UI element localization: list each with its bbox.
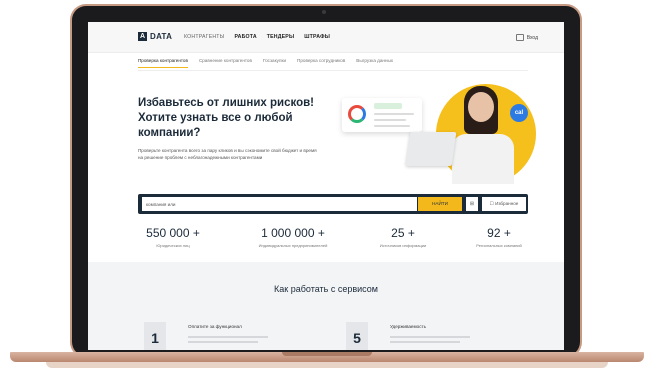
stat-label: Региональных компаний — [476, 243, 522, 248]
hero-person-body — [452, 134, 514, 184]
login-icon — [515, 34, 524, 41]
hero-title: Избавьтесь от лишних рисков! Хотите узна… — [138, 97, 315, 139]
hero-report-card — [342, 98, 422, 132]
badge-icon: cal — [510, 104, 528, 122]
step-description — [188, 341, 258, 343]
login-label: Вход — [526, 34, 538, 41]
stat-number: 550 000 + — [146, 226, 200, 240]
stat-label: Юридических лиц — [156, 243, 190, 248]
text-line — [374, 125, 410, 127]
step-description — [390, 341, 460, 343]
donut-chart-icon — [348, 105, 366, 123]
grid-view-icon[interactable]: ⊞ — [466, 197, 478, 211]
tab-compare-contractors[interactable]: Сравнение контрагентов — [199, 58, 252, 68]
nav-item-tenders[interactable]: ТЕНДЕРЫ — [267, 34, 294, 40]
logo-mark-icon: A — [138, 32, 147, 41]
logo-text: DATA — [150, 32, 173, 41]
step-description — [188, 336, 268, 338]
how-title: Как работать с сервисом — [274, 284, 378, 294]
laptop-screen: A DATA КОНТРАГЕНТЫ РАБОТА ТЕНДЕРЫ ШТРАФЫ… — [88, 22, 564, 350]
step-number: 1 — [144, 322, 166, 350]
stat-label: Индивидуальных предпринимателей — [258, 243, 328, 248]
step-title: Оплатите за функционал — [188, 324, 242, 329]
search-button[interactable]: НАЙТИ — [418, 197, 462, 211]
nav-item-fines[interactable]: ШТРАФЫ — [304, 34, 330, 40]
tab-check-employees[interactable]: Проверка сотрудников — [297, 58, 345, 68]
stat-number: 1 000 000 + — [261, 226, 325, 240]
stat-regional: 92 + Региональных компаний — [464, 226, 534, 248]
logo[interactable]: A DATA — [138, 32, 172, 41]
nav-item-work[interactable]: РАБОТА — [234, 34, 256, 40]
stat-sources: 25 + Источников информации — [368, 226, 438, 248]
stat-label: Источников информации — [379, 243, 427, 248]
sub-nav: Проверка контрагентов Сравнение контраге… — [138, 58, 393, 68]
laptop-base-shadow — [46, 362, 608, 368]
step-title: Удерживаемость — [390, 324, 426, 329]
step-description — [390, 336, 470, 338]
tab-gov-purchases[interactable]: Госзакупки — [263, 58, 286, 68]
stat-number: 92 + — [487, 226, 511, 240]
hero-laptop-image — [405, 132, 457, 166]
text-line — [374, 113, 414, 115]
search-input[interactable] — [142, 197, 417, 211]
text-line — [374, 119, 406, 121]
stat-legal-entities: 550 000 + Юридических лиц — [138, 226, 208, 248]
tab-check-contractors[interactable]: Проверка контрагентов — [138, 58, 188, 68]
login-button[interactable]: Вход — [515, 34, 538, 41]
stat-number: 25 + — [391, 226, 415, 240]
hero-person-face — [468, 92, 494, 122]
favorites-label: Избранное — [495, 201, 519, 206]
status-tag — [374, 103, 402, 109]
divider — [138, 70, 528, 71]
step-number: 5 — [346, 322, 368, 350]
laptop-notch — [282, 352, 372, 356]
top-nav: КОНТРАГЕНТЫ РАБОТА ТЕНДЕРЫ ШТРАФЫ — [184, 34, 330, 40]
tab-data-export[interactable]: Выгрузка данных — [356, 58, 393, 68]
hero-description: Проверьте контрагента всего за пару клик… — [138, 148, 317, 160]
camera-icon — [322, 10, 326, 14]
favorites-button[interactable]: ☐ Избранное — [482, 197, 526, 211]
stat-entrepreneurs: 1 000 000 + Индивидуальных предпринимате… — [238, 226, 348, 248]
nav-item-contractors[interactable]: КОНТРАГЕНТЫ — [184, 34, 224, 40]
site-header: A DATA КОНТРАГЕНТЫ РАБОТА ТЕНДЕРЫ ШТРАФЫ… — [88, 22, 564, 53]
